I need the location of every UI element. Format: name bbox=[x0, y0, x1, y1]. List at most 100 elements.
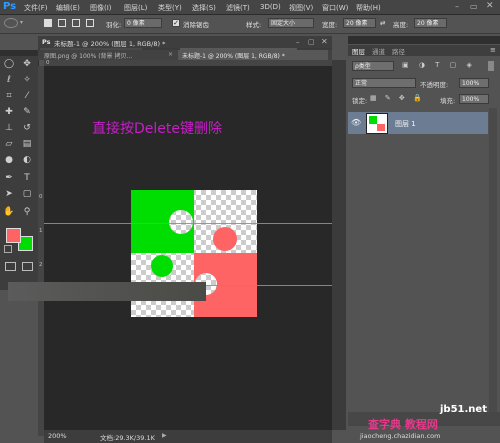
restore-icon[interactable]: ▭ bbox=[470, 2, 478, 11]
shape-tool-icon[interactable]: ▢ bbox=[21, 188, 33, 200]
tab-layers[interactable]: 图层 bbox=[352, 46, 365, 56]
path-select-icon[interactable]: ➤ bbox=[3, 188, 15, 200]
menu-layer[interactable]: 图层(L) bbox=[124, 3, 147, 13]
window-minimize-icon[interactable]: – bbox=[296, 38, 300, 46]
magic-wand-icon[interactable]: ✧ bbox=[21, 74, 33, 86]
brush-tool-icon[interactable]: ✎ bbox=[21, 106, 33, 118]
tab-original-label[interactable]: 原图.png @ 100% (背景 拷贝... bbox=[44, 51, 132, 60]
menu-edit[interactable]: 编辑(E) bbox=[56, 3, 80, 13]
green-piece-notch bbox=[169, 210, 193, 234]
lock-label: 锁定: bbox=[352, 97, 368, 105]
tab-untitled-label[interactable]: 未标题-1 @ 200% (图层 1, RGB/8) * bbox=[182, 51, 285, 60]
menu-3d[interactable]: 3D(D) bbox=[260, 3, 281, 11]
quick-mask-icon[interactable] bbox=[5, 262, 16, 271]
opacity-label: 不透明度: bbox=[420, 81, 449, 89]
hand-tool-icon[interactable]: ✋ bbox=[3, 206, 15, 218]
eraser-tool-icon[interactable]: ▱ bbox=[3, 138, 15, 150]
type-tool-icon[interactable]: T bbox=[21, 172, 33, 184]
clone-stamp-icon[interactable]: ⊥ bbox=[3, 122, 15, 134]
layer-name[interactable]: 图层 1 bbox=[395, 119, 416, 129]
foreground-color-swatch[interactable] bbox=[6, 228, 21, 243]
height-input[interactable]: 20 像素 bbox=[414, 18, 447, 28]
canvas-vertical-scrollbar[interactable] bbox=[332, 60, 346, 430]
window-maximize-icon[interactable]: ▢ bbox=[308, 38, 315, 46]
tools-panel bbox=[0, 50, 39, 290]
lasso-tool-icon[interactable]: ℓ bbox=[3, 74, 15, 86]
style-label: 样式: bbox=[246, 21, 262, 29]
eye-visibility-icon[interactable]: 👁 bbox=[351, 118, 361, 127]
default-colors-icon[interactable] bbox=[4, 245, 12, 253]
blur-tool-icon[interactable]: ● bbox=[3, 154, 15, 166]
zoom-level[interactable]: 200% bbox=[48, 432, 67, 440]
marquee-tool-icon[interactable]: ◯ bbox=[3, 58, 15, 70]
menu-type[interactable]: 类型(Y) bbox=[158, 3, 182, 13]
red-piece-tab bbox=[213, 227, 237, 251]
layer-thumbnail bbox=[366, 113, 388, 134]
lock-icons[interactable]: ▦ ✎ ✥ 🔒 bbox=[370, 94, 425, 102]
window-close-icon[interactable]: ✕ bbox=[321, 37, 328, 46]
history-brush-icon[interactable]: ↺ bbox=[21, 122, 33, 134]
subtract-selection-icon[interactable] bbox=[72, 19, 80, 27]
menu-image[interactable]: 图像(I) bbox=[90, 3, 112, 13]
menu-select[interactable]: 选择(S) bbox=[192, 3, 216, 13]
layer-filter-select[interactable]: ρ类型 bbox=[352, 61, 394, 71]
status-menu-arrow-icon[interactable]: ▶ bbox=[162, 432, 167, 439]
swap-dimensions-icon[interactable]: ⇄ bbox=[380, 19, 385, 27]
tab-paths[interactable]: 路径 bbox=[392, 46, 405, 56]
window-title: 未标题-1 @ 200% (图层 1, RGB/8) * bbox=[54, 40, 166, 48]
panel-header bbox=[348, 36, 500, 44]
dragged-selection-bar[interactable] bbox=[8, 282, 206, 301]
panel-menu-icon[interactable]: ≡ bbox=[490, 46, 496, 54]
healing-brush-icon[interactable]: ✚ bbox=[3, 106, 15, 118]
width-input[interactable]: 20 像素 bbox=[343, 18, 376, 28]
menu-help[interactable]: 帮助(H) bbox=[356, 3, 381, 13]
ruler-left-mark-2: 2 bbox=[39, 262, 43, 268]
filter-icons[interactable]: ▣ ◑ T ▢ ◈ bbox=[402, 61, 482, 71]
new-selection-icon[interactable] bbox=[44, 19, 52, 27]
style-select[interactable]: 固定大小 bbox=[268, 18, 314, 28]
status-bar bbox=[44, 430, 332, 443]
menu-window[interactable]: 窗口(W) bbox=[322, 3, 348, 13]
eyedropper-icon[interactable]: ⁄ bbox=[21, 90, 33, 102]
tab-channels[interactable]: 通道 bbox=[372, 46, 385, 56]
menu-view[interactable]: 视图(V) bbox=[289, 3, 313, 13]
minimize-icon[interactable]: – bbox=[455, 2, 459, 11]
antialias-label: 消除锯齿 bbox=[183, 21, 209, 29]
menu-file[interactable]: 文件(F) bbox=[24, 3, 48, 13]
antialias-checkbox[interactable]: ✓ bbox=[172, 19, 180, 27]
feather-input[interactable]: 0 像素 bbox=[124, 18, 162, 28]
fill-input[interactable]: 100% bbox=[459, 94, 489, 104]
screen-mode-icon[interactable] bbox=[22, 262, 33, 271]
crop-tool-icon[interactable]: ⌗ bbox=[3, 90, 15, 102]
watermark-brand: 查字典 教程网 bbox=[368, 418, 438, 431]
close-app-icon[interactable]: ✕ bbox=[486, 1, 494, 11]
annotation-text: 直接按Delete键删除 bbox=[92, 121, 222, 137]
add-selection-icon[interactable] bbox=[58, 19, 66, 27]
ruler-left-mark-0: 0 bbox=[39, 194, 43, 200]
fill-label: 填充: bbox=[440, 97, 456, 105]
panel-tab-bar bbox=[348, 45, 500, 56]
green-piece-tab bbox=[151, 255, 173, 277]
tools-header bbox=[0, 50, 38, 56]
watermark-site: jb51.net bbox=[440, 404, 487, 415]
ellipse-marquee-icon[interactable] bbox=[4, 18, 18, 28]
pen-tool-icon[interactable]: ✒ bbox=[3, 172, 15, 184]
dodge-tool-icon[interactable]: ◐ bbox=[21, 154, 33, 166]
ps-logo: Ps bbox=[3, 1, 17, 12]
layers-scrollbar[interactable] bbox=[489, 108, 497, 413]
intersect-selection-icon[interactable] bbox=[86, 19, 94, 27]
gradient-tool-icon[interactable]: ▤ bbox=[21, 138, 33, 150]
feather-label: 羽化: bbox=[106, 21, 122, 29]
move-tool-icon[interactable]: ✥ bbox=[21, 58, 33, 70]
guide-line-top[interactable] bbox=[44, 223, 332, 224]
menu-filter[interactable]: 滤镜(T) bbox=[226, 3, 250, 13]
close-original-tab-icon[interactable]: × bbox=[168, 51, 173, 58]
doc-size: 文档:29.3K/39.1K bbox=[100, 434, 155, 442]
blend-mode-select[interactable]: 正常 bbox=[352, 78, 416, 88]
width-label: 宽度: bbox=[322, 21, 338, 29]
chevron-down-icon[interactable]: ▾ bbox=[20, 19, 23, 26]
opacity-input[interactable]: 100% bbox=[459, 78, 489, 88]
zoom-tool-icon[interactable]: ⚲ bbox=[21, 206, 33, 218]
filter-toggle[interactable] bbox=[488, 61, 494, 71]
ps-window-icon: Ps bbox=[42, 38, 51, 46]
